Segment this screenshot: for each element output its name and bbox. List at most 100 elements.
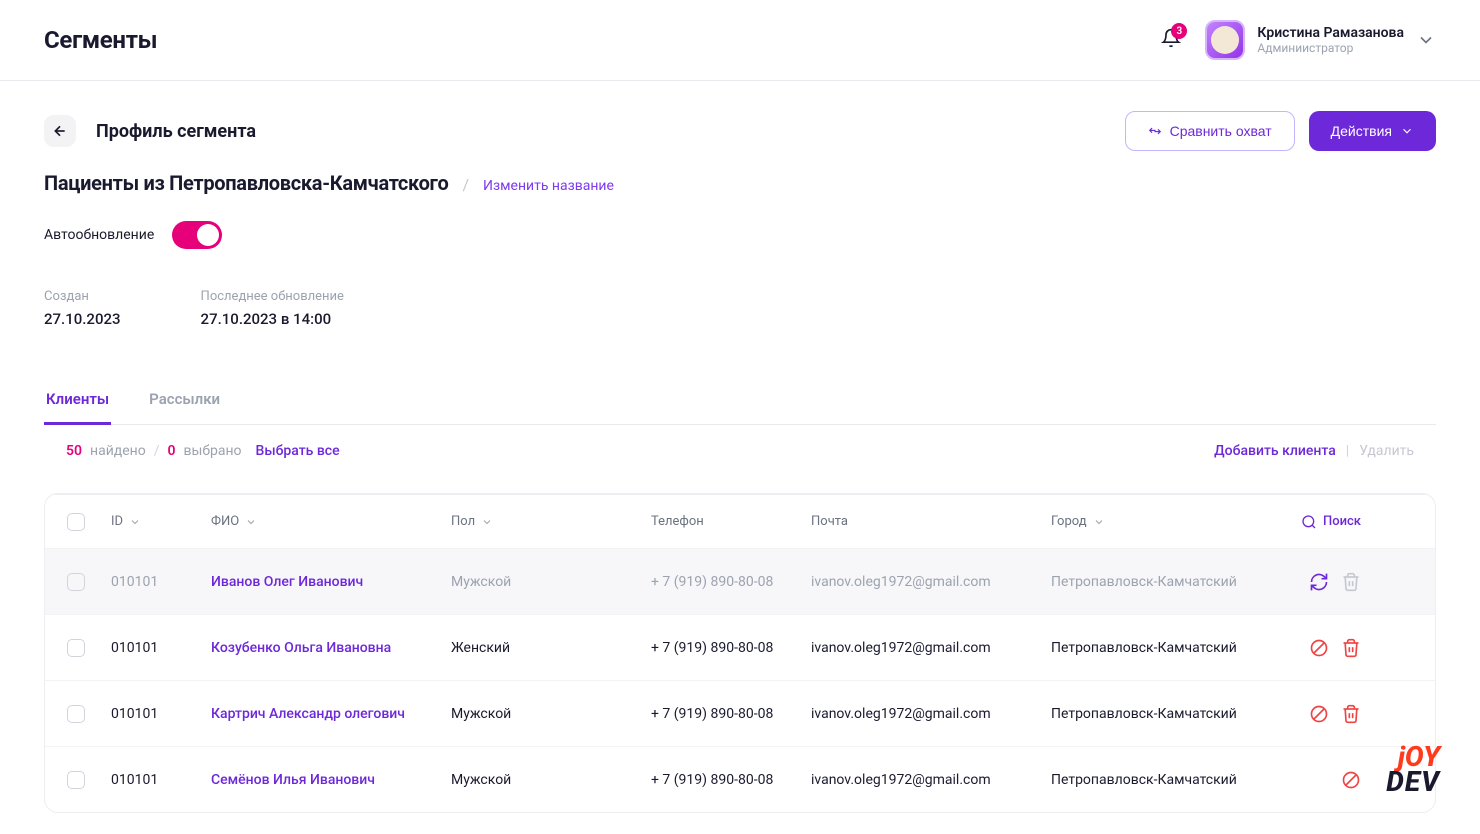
add-client-link[interactable]: Добавить клиента — [1214, 443, 1336, 459]
client-link[interactable]: Семёнов Илья Иванович — [211, 772, 451, 788]
compare-label: Сравнить охват — [1170, 123, 1272, 139]
col-gender[interactable]: Пол — [451, 514, 651, 529]
toolbar-left: 50 найдено / 0 выбрано Выбрать все — [66, 443, 340, 459]
chevron-down-icon — [129, 516, 141, 528]
compare-reach-button[interactable]: Сравнить охват — [1125, 111, 1295, 151]
cell-id: 010101 — [111, 706, 211, 722]
cell-gender: Мужской — [451, 706, 651, 722]
found-count: 50 — [66, 443, 82, 459]
user-name: Кристина Рамазанова — [1257, 25, 1404, 41]
chevron-down-icon — [1400, 124, 1414, 138]
search-icon — [1301, 514, 1317, 530]
cell-phone: + 7 (919) 890-80-08 — [651, 640, 811, 656]
separator: / — [462, 175, 469, 194]
tab-mailings[interactable]: Рассылки — [147, 378, 222, 425]
clients-table: ID ФИО Пол Телефон Почта Город Поиск 010… — [44, 493, 1436, 813]
sep: / — [154, 443, 160, 459]
selected-count: 0 — [167, 443, 175, 459]
segment-name: Пациенты из Петропавловска-Камчатского — [44, 171, 448, 195]
segment-title-row: Пациенты из Петропавловска-Камчатского /… — [44, 171, 1436, 195]
header-right: 3 Кристина Рамазанова Админиистратор — [1161, 20, 1436, 60]
created-block: Создан 27.10.2023 — [44, 289, 121, 328]
chevron-down-icon — [481, 516, 493, 528]
user-menu[interactable]: Кристина Рамазанова Админиистратор — [1205, 20, 1436, 60]
cell-email: ivanov.oleg1972@gmail.com — [811, 706, 1051, 722]
table-row: 010101 Семёнов Илья Иванович Мужской + 7… — [45, 746, 1435, 812]
row-checkbox[interactable] — [67, 573, 85, 591]
client-link[interactable]: Иванов Олег Иванович — [211, 574, 451, 590]
user-role: Админиистратор — [1257, 41, 1404, 55]
cell-gender: Мужской — [451, 574, 651, 590]
col-city[interactable]: Город — [1051, 514, 1261, 529]
toolbar-right: Добавить клиента | Удалить — [1214, 443, 1414, 459]
cell-phone: + 7 (919) 890-80-08 — [651, 772, 811, 788]
cell-city: Петропавловск-Камчатский — [1051, 706, 1261, 722]
sep: | — [1346, 443, 1349, 459]
tab-clients[interactable]: Клиенты — [44, 378, 111, 425]
auto-update-label: Автообновление — [44, 227, 154, 243]
table-toolbar: 50 найдено / 0 выбрано Выбрать все Добав… — [44, 425, 1436, 473]
cell-id: 010101 — [111, 574, 211, 590]
block-icon[interactable] — [1309, 704, 1329, 724]
app-header: Сегменты 3 Кристина Рамазанова Админиист… — [0, 0, 1480, 81]
found-label: найдено — [90, 443, 146, 459]
cell-phone: + 7 (919) 890-80-08 — [651, 574, 811, 590]
table-row: 010101 Козубенко Ольга Ивановна Женский … — [45, 614, 1435, 680]
notifications-button[interactable]: 3 — [1161, 28, 1181, 52]
chevron-down-icon — [1093, 516, 1105, 528]
cell-email: ivanov.oleg1972@gmail.com — [811, 640, 1051, 656]
delete-selected: Удалить — [1359, 443, 1414, 459]
updated-block: Последнее обновление 27.10.2023 в 14:00 — [201, 289, 344, 328]
subheader-left: Профиль сегмента — [44, 115, 256, 147]
select-all-checkbox[interactable] — [67, 513, 85, 531]
auto-update-toggle[interactable] — [172, 221, 222, 249]
row-checkbox[interactable] — [67, 639, 85, 657]
cell-gender: Мужской — [451, 772, 651, 788]
back-button[interactable] — [44, 115, 76, 147]
selected-label: выбрано — [183, 443, 241, 459]
page-title: Сегменты — [44, 26, 157, 54]
meta-row: Создан 27.10.2023 Последнее обновление 2… — [44, 289, 1436, 328]
created-label: Создан — [44, 289, 121, 304]
table-row: 010101 Иванов Олег Иванович Мужской + 7 … — [45, 548, 1435, 614]
client-link[interactable]: Картрич Александр олегович — [211, 706, 451, 722]
compare-icon — [1148, 124, 1162, 138]
cell-email: ivanov.oleg1972@gmail.com — [811, 772, 1051, 788]
col-fio[interactable]: ФИО — [211, 514, 451, 529]
trash-icon[interactable] — [1341, 704, 1361, 724]
avatar — [1205, 20, 1245, 60]
cell-gender: Женский — [451, 640, 651, 656]
trash-icon[interactable] — [1341, 572, 1361, 592]
search-button[interactable]: Поиск — [1261, 514, 1361, 530]
cell-city: Петропавловск-Камчатский — [1051, 574, 1261, 590]
refresh-icon[interactable] — [1309, 572, 1329, 592]
chevron-down-icon — [1416, 30, 1436, 50]
block-icon[interactable] — [1309, 638, 1329, 658]
subheader: Профиль сегмента Сравнить охват Действия — [44, 81, 1436, 171]
table-head: ID ФИО Пол Телефон Почта Город Поиск — [45, 494, 1435, 548]
cell-phone: + 7 (919) 890-80-08 — [651, 706, 811, 722]
updated-value: 27.10.2023 в 14:00 — [201, 310, 344, 328]
user-info: Кристина Рамазанова Админиистратор — [1257, 25, 1404, 55]
select-all-link[interactable]: Выбрать все — [256, 443, 340, 459]
row-checkbox[interactable] — [67, 771, 85, 789]
created-value: 27.10.2023 — [44, 310, 121, 328]
auto-update-row: Автообновление — [44, 221, 1436, 249]
cell-city: Петропавловск-Камчатский — [1051, 640, 1261, 656]
updated-label: Последнее обновление — [201, 289, 344, 304]
tabs: Клиенты Рассылки — [44, 378, 1436, 425]
table-row: 010101 Картрич Александр олегович Мужско… — [45, 680, 1435, 746]
actions-button[interactable]: Действия — [1309, 111, 1436, 151]
trash-icon[interactable] — [1341, 638, 1361, 658]
cell-id: 010101 — [111, 640, 211, 656]
edit-name-link[interactable]: Изменить название — [483, 178, 614, 194]
col-phone: Телефон — [651, 514, 811, 529]
actions-label: Действия — [1331, 123, 1392, 139]
block-icon[interactable] — [1341, 770, 1361, 790]
client-link[interactable]: Козубенко Ольга Ивановна — [211, 640, 451, 656]
cell-id: 010101 — [111, 772, 211, 788]
row-checkbox[interactable] — [67, 705, 85, 723]
col-id[interactable]: ID — [111, 514, 211, 529]
chevron-down-icon — [245, 516, 257, 528]
cell-city: Петропавловск-Камчатский — [1051, 772, 1261, 788]
